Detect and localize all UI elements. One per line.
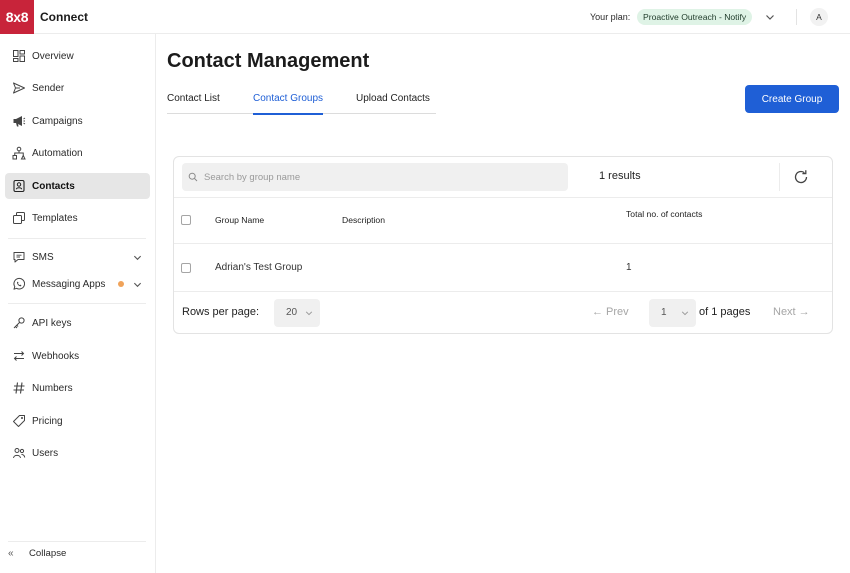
overview-icon [13,50,25,62]
prev-page-button[interactable]: ← Prev [592,306,629,318]
page-select[interactable]: 1 [649,299,696,327]
contacts-icon [13,179,25,193]
sidebar-item-automation[interactable]: Automation [5,140,150,166]
plan-label: Your plan: [590,12,631,22]
table-row[interactable]: Adrian's Test Group 1 [174,244,832,292]
next-page-button[interactable]: Next → [773,306,810,318]
chat-icon [13,252,25,263]
tabs: Contact List Contact Groups Upload Conta… [167,91,436,115]
sidebar-item-label: Pricing [32,415,63,427]
brand-name: Connect [40,10,88,24]
tab-contact-list[interactable]: Contact List [167,91,220,114]
search-icon [188,172,198,182]
sidebar-item-sms[interactable]: SMS [5,244,150,270]
sidebar-item-messaging-apps[interactable]: Messaging Apps [5,271,150,297]
divider [779,163,780,191]
rows-per-page-select[interactable]: 20 [274,299,320,327]
sidebar-item-label: Messaging Apps [32,278,106,290]
double-chevron-left-icon: « [8,547,14,559]
whatsapp-icon [13,277,26,290]
chevron-down-icon[interactable] [765,12,775,22]
divider [8,238,146,239]
sidebar-item-users[interactable]: Users [5,440,150,466]
chevron-down-icon [681,311,689,316]
sidebar-item-pricing[interactable]: Pricing [5,408,150,434]
sidebar-item-label: Campaigns [32,115,83,127]
plan-badge[interactable]: Proactive Outreach - Notify [637,9,753,25]
sidebar-item-label: Sender [32,82,65,94]
page-select-value: 1 [661,307,667,318]
top-bar: 8x8 Connect Your plan: Proactive Outreac… [0,0,850,34]
sidebar-item-sender[interactable]: Sender [5,75,150,101]
column-header-group-name: Group Name [215,215,265,225]
divider [796,9,797,25]
tab-contact-groups[interactable]: Contact Groups [253,91,324,115]
cell-total-contacts: 1 [626,262,632,273]
page-count: of 1 pages [699,306,751,318]
table-header: Group Name Description Total no. of cont… [174,197,832,244]
groups-table-card: 1 results Group Name Description Total n… [173,156,833,334]
sidebar-item-contacts[interactable]: Contacts [5,173,150,199]
megaphone-icon [13,116,26,127]
sidebar-item-label: Contacts [32,180,75,192]
search-input[interactable] [204,163,564,191]
sidebar-item-templates[interactable]: Templates [5,205,150,231]
column-header-description: Description [342,215,385,225]
sidebar-item-label: API keys [32,317,72,329]
sidebar-item-campaigns[interactable]: Campaigns [5,108,150,134]
chevron-down-icon [305,311,313,316]
hash-icon [13,382,25,394]
chevron-down-icon[interactable] [133,280,142,289]
webhooks-icon [13,351,25,361]
chevron-down-icon[interactable] [133,253,142,262]
page-title: Contact Management [167,50,370,72]
collapse-button[interactable]: « Collapse [8,544,66,562]
collapse-label: Collapse [29,547,67,559]
refresh-icon[interactable] [792,168,810,186]
create-group-button[interactable]: Create Group [745,85,839,113]
sidebar-item-label: Automation [32,147,83,159]
cell-group-name[interactable]: Adrian's Test Group [215,262,302,273]
column-header-total-contacts: Total no. of contacts [626,209,703,219]
row-checkbox[interactable] [181,263,191,273]
sidebar-item-label: Numbers [32,382,73,394]
search-box [182,163,568,191]
automation-icon [12,146,26,160]
pagination: Rows per page: 20 ← Prev 1 of 1 pages Ne… [174,292,832,334]
sidebar-item-label: SMS [32,251,54,263]
brand-logo: 8x8 [0,0,34,34]
sidebar-item-numbers[interactable]: Numbers [5,375,150,401]
status-badge [118,281,124,287]
sidebar-item-webhooks[interactable]: Webhooks [5,343,150,369]
divider [8,541,146,542]
sidebar: Overview Sender Campaigns Automation Con… [0,34,156,573]
sidebar-item-api-keys[interactable]: API keys [5,310,150,336]
tag-icon [13,415,25,427]
sidebar-item-label: Templates [32,212,78,224]
sidebar-item-overview[interactable]: Overview [5,43,150,69]
avatar[interactable]: A [810,8,828,26]
rows-per-page-label: Rows per page: [182,306,260,318]
sidebar-item-label: Overview [32,50,74,62]
select-all-checkbox[interactable] [181,215,191,225]
rows-per-page-value: 20 [286,307,298,318]
divider [8,303,146,304]
users-icon [13,448,26,459]
sidebar-item-label: Users [32,447,59,459]
templates-icon [13,212,25,224]
tab-upload-contacts[interactable]: Upload Contacts [356,91,430,114]
sidebar-item-label: Webhooks [32,350,80,362]
send-icon [13,82,25,94]
results-count: 1 results [599,170,641,182]
key-icon [13,317,25,329]
